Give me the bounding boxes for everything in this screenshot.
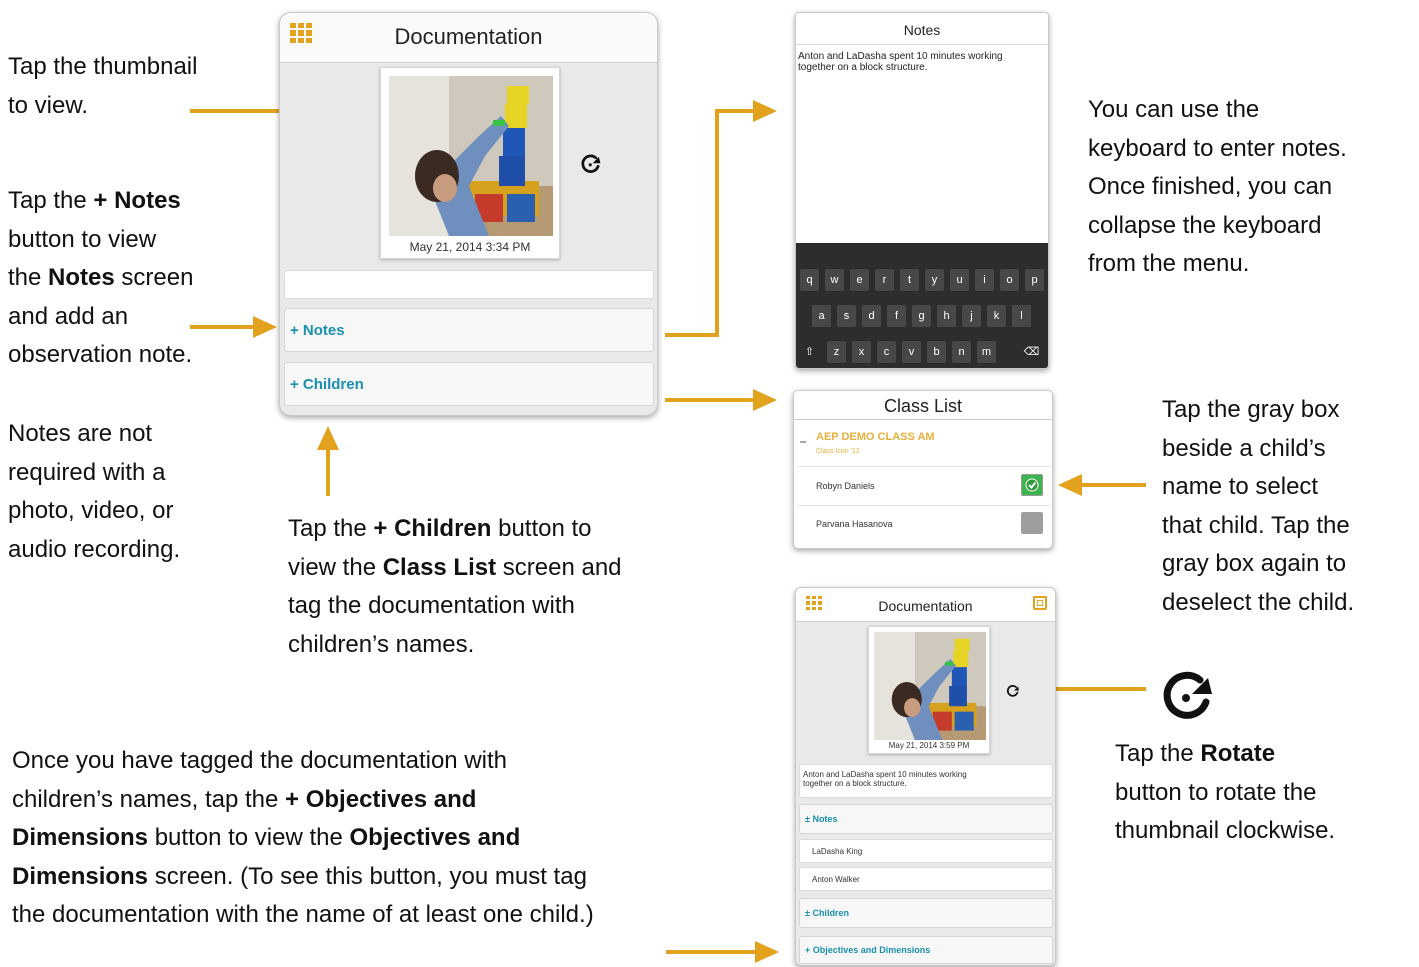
class-name[interactable]: AEP DEMO CLASS AM <box>816 431 935 443</box>
rotate-icon[interactable] <box>1006 684 1020 698</box>
child-name: Robyn Daniels <box>816 481 875 491</box>
child-row[interactable]: Parvana Hasanova <box>794 506 1052 544</box>
key-j[interactable]: j <box>962 305 981 327</box>
key-m[interactable]: m <box>977 341 996 363</box>
photo-image[interactable] <box>874 632 986 740</box>
photo-image[interactable] <box>389 76 553 236</box>
key-q[interactable]: q <box>800 269 819 291</box>
add-notes-button[interactable]: + Notes <box>284 308 654 352</box>
key-f[interactable]: f <box>887 305 906 327</box>
key-b[interactable]: b <box>927 341 946 363</box>
thumbnail[interactable]: May 21, 2014 3:59 PM <box>868 626 990 754</box>
key-p[interactable]: p <box>1025 269 1044 291</box>
keyboard: q w e r t y u i o p a s d f g h j k l z x c v b n m ⇧ ⌫ <box>796 243 1048 368</box>
collapse-icon[interactable] <box>800 441 806 443</box>
shift-key[interactable]: ⇧ <box>800 341 819 363</box>
rotate-icon[interactable] <box>580 153 602 175</box>
checkmark-icon <box>1025 478 1039 492</box>
key-v[interactable]: v <box>902 341 921 363</box>
thumbnail-date: May 21, 2014 3:59 PM <box>888 741 970 750</box>
child-row[interactable]: Robyn Daniels <box>794 467 1052 505</box>
note-line: Anton and LaDasha spent 10 minutes worki… <box>798 51 1003 62</box>
key-y[interactable]: y <box>925 269 944 291</box>
screen-title: Notes <box>903 22 941 38</box>
key-n[interactable]: n <box>952 341 971 363</box>
key-x[interactable]: x <box>852 341 871 363</box>
key-w[interactable]: w <box>825 269 844 291</box>
key-s[interactable]: s <box>837 305 856 327</box>
class-subtitle: Class Icon '12 <box>816 448 860 455</box>
note-field[interactable]: Anton and LaDasha spent 10 minutes worki… <box>799 764 1053 798</box>
note-field[interactable] <box>284 270 654 299</box>
notes-screen: Notes Anton and LaDasha spent 10 minutes… <box>795 12 1049 369</box>
key-r[interactable]: r <box>875 269 894 291</box>
top-bar: Documentation <box>796 588 1055 622</box>
add-children-button[interactable]: + Children <box>284 362 654 406</box>
note-text-area[interactable]: Anton and LaDasha spent 10 minutes worki… <box>798 51 1046 73</box>
screen-title: Documentation <box>878 598 973 614</box>
notes-button[interactable]: ± Notes <box>799 804 1053 834</box>
thumbnail[interactable]: May 21, 2014 3:34 PM <box>380 67 560 259</box>
children-button[interactable]: ± Children <box>799 898 1053 928</box>
key-e[interactable]: e <box>850 269 869 291</box>
key-h[interactable]: h <box>937 305 956 327</box>
child-name: Parvana Hasanova <box>816 519 893 529</box>
key-t[interactable]: t <box>900 269 919 291</box>
key-z[interactable]: z <box>827 341 846 363</box>
note-line: together on a block structure. <box>803 779 907 788</box>
top-bar: Documentation <box>280 13 657 63</box>
key-c[interactable]: c <box>877 341 896 363</box>
child-checkbox-checked[interactable] <box>1021 474 1043 496</box>
top-bar: Notes <box>796 13 1048 45</box>
key-i[interactable]: i <box>975 269 994 291</box>
thumbnail-date: May 21, 2014 3:34 PM <box>409 240 531 254</box>
tagged-child[interactable]: LaDasha King <box>799 839 1053 863</box>
note-line: Anton and LaDasha spent 10 minutes worki… <box>803 770 967 779</box>
screen-title: Documentation <box>394 24 543 49</box>
key-u[interactable]: u <box>950 269 969 291</box>
callout-arrows <box>190 100 1146 963</box>
key-d[interactable]: d <box>862 305 881 327</box>
key-g[interactable]: g <box>912 305 931 327</box>
delete-key[interactable]: ⌫ <box>1022 341 1041 363</box>
top-bar: Class List <box>794 391 1052 420</box>
key-a[interactable]: a <box>812 305 831 327</box>
key-o[interactable]: o <box>1000 269 1019 291</box>
key-k[interactable]: k <box>987 305 1006 327</box>
tagged-child[interactable]: Anton Walker <box>799 867 1053 891</box>
documentation-screen: Documentation May 21, 2014 3:34 PM + Not… <box>279 12 658 416</box>
screen-title: Class List <box>883 396 963 416</box>
class-list-screen: Class List AEP DEMO CLASS AM Class Icon … <box>793 390 1053 549</box>
gallery-icon[interactable] <box>1033 596 1047 610</box>
objectives-and-dimensions-button[interactable]: + Objectives and Dimensions <box>799 936 1053 964</box>
documentation-screen-tagged: Documentation May 21, 2014 3:59 PM Anton… <box>795 587 1056 966</box>
child-checkbox-unchecked[interactable] <box>1021 512 1043 534</box>
key-l[interactable]: l <box>1012 305 1031 327</box>
note-line: together on a block structure. <box>798 62 928 73</box>
